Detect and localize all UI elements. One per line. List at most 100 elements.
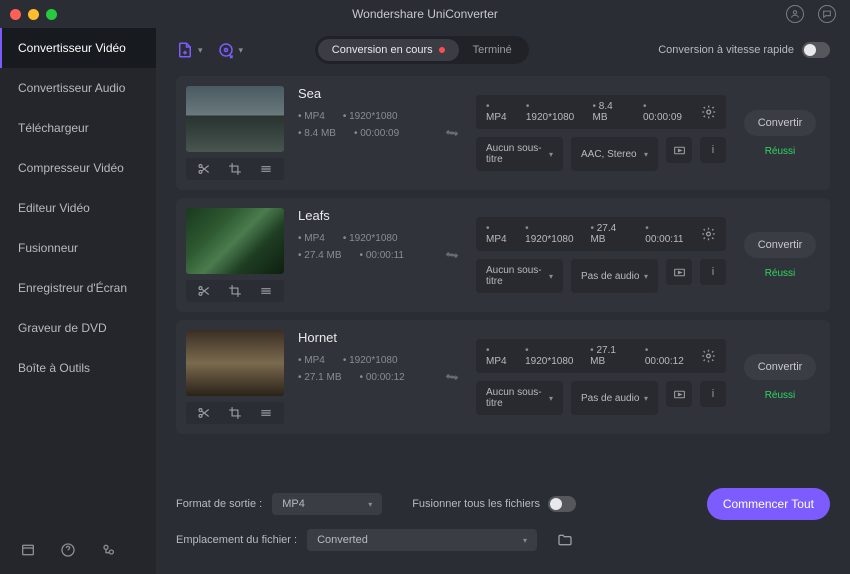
video-thumbnail[interactable] xyxy=(186,86,284,152)
out-size: 27.4 MB xyxy=(590,223,631,245)
out-format: MP4 xyxy=(486,223,511,245)
output-info-bar: MP4 1920*1080 27.1 MB 00:00:12 xyxy=(476,339,726,373)
audio-select[interactable]: Pas de audio▾ xyxy=(571,381,658,415)
fast-conversion-toggle[interactable] xyxy=(802,42,830,58)
out-format: MP4 xyxy=(486,345,511,367)
video-thumbnail[interactable] xyxy=(186,208,284,274)
library-icon[interactable] xyxy=(20,542,36,558)
output-format-select[interactable]: MP4 ▾ xyxy=(272,493,382,515)
video-title: Sea xyxy=(298,86,428,101)
subtitle-select[interactable]: Aucun sous-titre▾ xyxy=(476,381,563,415)
info-button[interactable]: i xyxy=(700,381,726,407)
sidebar-item-8[interactable]: Boîte à Outils xyxy=(0,348,156,388)
output-location-select[interactable]: Converted ▾ xyxy=(307,529,537,551)
swap-icon xyxy=(444,125,460,141)
video-item: Sea MP4 1920*1080 8.4 MB 00:00:09 MP4 1920… xyxy=(176,76,830,190)
tab-label: Conversion en cours xyxy=(332,44,433,56)
edit-toolbar xyxy=(186,280,284,302)
chevron-down-icon: ▾ xyxy=(523,536,527,545)
tab-converting[interactable]: Conversion en cours xyxy=(318,39,459,61)
crop-icon[interactable] xyxy=(228,162,242,176)
video-thumbnail[interactable] xyxy=(186,330,284,396)
add-disc-button[interactable]: ▾ xyxy=(217,41,244,59)
trim-icon[interactable] xyxy=(197,284,211,298)
output-format-label: Format de sortie : xyxy=(176,498,262,510)
info-button[interactable]: i xyxy=(700,137,726,163)
sidebar-item-0[interactable]: Convertisseur Vidéo xyxy=(0,28,156,68)
edit-toolbar xyxy=(186,402,284,424)
settings-icon[interactable] xyxy=(701,104,716,120)
convert-button[interactable]: Convertir xyxy=(744,354,817,380)
preview-button[interactable] xyxy=(666,381,692,407)
output-location-label: Emplacement du fichier : xyxy=(176,534,297,546)
sidebar-item-5[interactable]: Fusionneur xyxy=(0,228,156,268)
message-icon[interactable] xyxy=(818,5,836,23)
src-duration: 00:00:11 xyxy=(360,250,404,261)
out-size: 27.1 MB xyxy=(590,345,631,367)
recording-dot-icon xyxy=(439,47,445,53)
effects-icon[interactable] xyxy=(259,406,273,420)
subtitle-select[interactable]: Aucun sous-titre▾ xyxy=(476,137,563,171)
subtitle-select[interactable]: Aucun sous-titre▾ xyxy=(476,259,563,293)
preview-button[interactable] xyxy=(666,137,692,163)
video-item: Leafs MP41920*1080 27.4 MB00:00:11 MP4 1… xyxy=(176,198,830,312)
maximize-window-button[interactable] xyxy=(46,9,57,20)
src-format: MP4 xyxy=(298,233,325,244)
src-format: MP4 xyxy=(298,111,325,122)
sidebar-item-2[interactable]: Téléchargeur xyxy=(0,108,156,148)
src-resolution: 1920*1080 xyxy=(343,111,398,122)
preview-button[interactable] xyxy=(666,259,692,285)
out-duration: 00:00:11 xyxy=(645,223,687,245)
minimize-window-button[interactable] xyxy=(28,9,39,20)
convert-button[interactable]: Convertir xyxy=(744,110,817,136)
sidebar-item-1[interactable]: Convertisseur Audio xyxy=(0,68,156,108)
out-resolution: 1920*1080 xyxy=(526,101,579,123)
trim-icon[interactable] xyxy=(197,162,211,176)
src-duration: 00:00:12 xyxy=(360,372,405,383)
sidebar-item-3[interactable]: Compresseur Vidéo xyxy=(0,148,156,188)
out-size: 8.4 MB xyxy=(592,101,629,123)
status-label: Réussi xyxy=(765,146,796,157)
out-format: MP4 xyxy=(486,101,512,123)
sidebar-item-6[interactable]: Enregistreur d'Écran xyxy=(0,268,156,308)
convert-button[interactable]: Convertir xyxy=(744,232,817,258)
swap-icon xyxy=(444,369,460,385)
settings-icon[interactable] xyxy=(701,348,716,364)
start-all-button[interactable]: Commencer Tout xyxy=(707,488,830,520)
sidebar-item-7[interactable]: Graveur de DVD xyxy=(0,308,156,348)
help-icon[interactable] xyxy=(60,542,76,558)
tab-done[interactable]: Terminé xyxy=(459,39,526,61)
src-resolution: 1920*1080 xyxy=(343,233,398,244)
src-format: MP4 xyxy=(298,355,325,366)
output-format-value: MP4 xyxy=(282,498,305,510)
info-button[interactable]: i xyxy=(700,259,726,285)
user-icon[interactable] xyxy=(786,5,804,23)
video-title: Hornet xyxy=(298,330,428,345)
add-file-button[interactable]: ▾ xyxy=(176,41,203,59)
sidebar-item-4[interactable]: Editeur Vidéo xyxy=(0,188,156,228)
merge-toggle[interactable] xyxy=(548,496,576,512)
effects-icon[interactable] xyxy=(259,162,273,176)
out-duration: 00:00:12 xyxy=(645,345,687,367)
src-resolution: 1920*1080 xyxy=(343,355,398,366)
video-item: Hornet MP4 1920*1080 27.1 MB 00:00:12 MP4 … xyxy=(176,320,830,434)
trim-icon[interactable] xyxy=(197,406,211,420)
audio-select[interactable]: Pas de audio▾ xyxy=(571,259,658,293)
audio-select[interactable]: AAC, Stereo▾ xyxy=(571,137,658,171)
effects-icon[interactable] xyxy=(259,284,273,298)
swap-icon xyxy=(444,247,460,263)
app-title: Wondershare UniConverter xyxy=(352,7,498,21)
settings-icon[interactable] xyxy=(701,226,716,242)
crop-icon[interactable] xyxy=(228,406,242,420)
share-icon[interactable] xyxy=(100,542,116,558)
src-duration: 00:00:09 xyxy=(354,128,399,139)
src-size: 8.4 MB xyxy=(298,128,336,139)
open-folder-button[interactable] xyxy=(553,528,577,552)
status-label: Réussi xyxy=(765,268,796,279)
out-resolution: 1920*1080 xyxy=(525,345,576,367)
crop-icon[interactable] xyxy=(228,284,242,298)
out-resolution: 1920*1080 xyxy=(525,223,576,245)
output-info-bar: MP4 1920*1080 27.4 MB 00:00:11 xyxy=(476,217,726,251)
close-window-button[interactable] xyxy=(10,9,21,20)
merge-label: Fusionner tous les fichiers xyxy=(412,498,540,510)
